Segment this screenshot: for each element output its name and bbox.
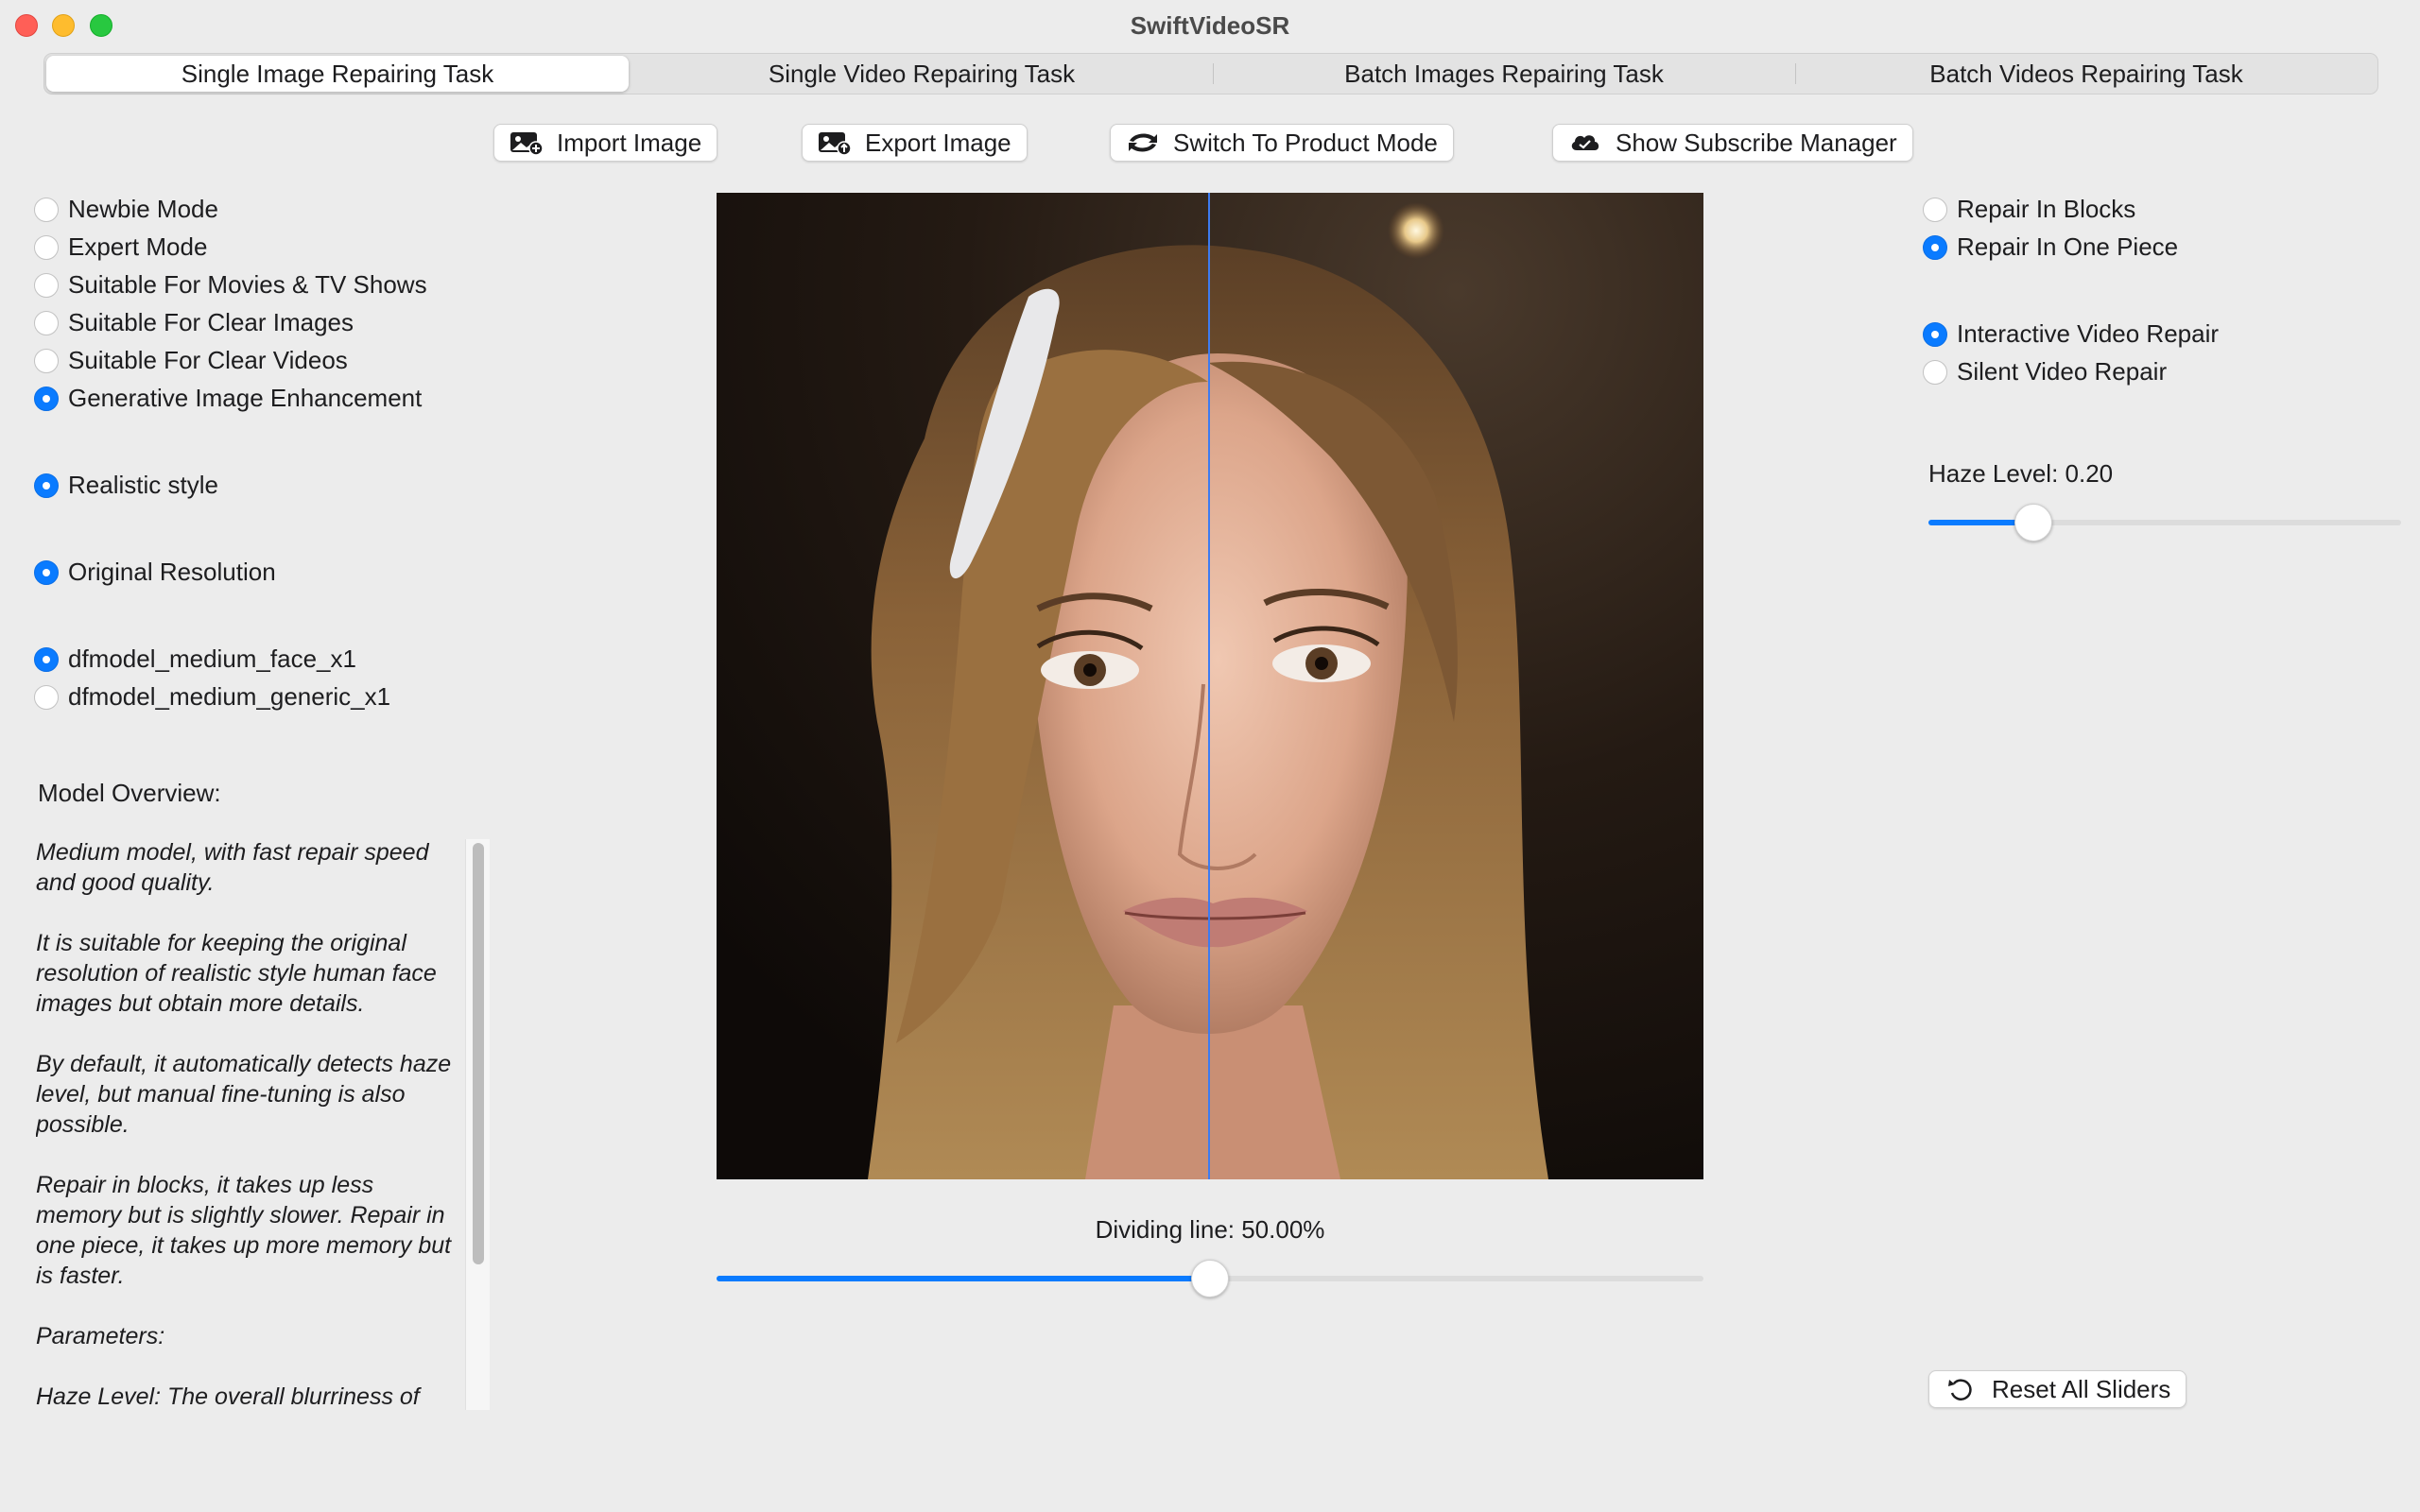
export-image-button[interactable]: Export Image [802, 124, 1028, 162]
show-subscribe-manager-button[interactable]: Show Subscribe Manager [1552, 124, 1913, 162]
model-option-label: dfmodel_medium_generic_x1 [68, 682, 391, 711]
style-option[interactable]: Realistic style [34, 471, 218, 500]
mode-option[interactable]: Expert Mode [34, 232, 207, 262]
mode-option[interactable]: Suitable For Movies & TV Shows [34, 270, 427, 300]
video-repair-option[interactable]: Interactive Video Repair [1923, 319, 2219, 349]
radio-indicator [34, 386, 59, 411]
tab-batch-videos[interactable]: Batch Videos Repairing Task [1795, 54, 2377, 94]
mode-option-label: Suitable For Movies & TV Shows [68, 270, 427, 299]
radio-indicator [34, 272, 59, 298]
task-tabs: Single Image Repairing Task Single Video… [43, 53, 2378, 94]
slider-knob[interactable] [1191, 1260, 1229, 1297]
repair-option-label: Repair In One Piece [1957, 232, 2179, 261]
mode-option[interactable]: Newbie Mode [34, 195, 218, 224]
mode-option[interactable]: Generative Image Enhancement [34, 384, 422, 413]
photo-export-icon [818, 129, 852, 156]
model-option[interactable]: dfmodel_medium_generic_x1 [34, 682, 390, 712]
mode-option-label: Suitable For Clear Images [68, 308, 354, 336]
radio-indicator [1923, 197, 1947, 222]
radio-indicator [34, 646, 59, 672]
radio-indicator [1923, 321, 1947, 347]
reset-arrow-icon [1945, 1376, 1979, 1402]
cloud-icon [1568, 129, 1602, 156]
overview-paragraph: Parameters: [36, 1323, 165, 1349]
reset-all-sliders-button[interactable]: Reset All Sliders [1928, 1370, 2187, 1408]
repair-option-label: Repair In Blocks [1957, 195, 2136, 223]
overview-paragraph: Medium model, with fast repair speed and… [36, 839, 429, 896]
comparison-divider-line[interactable] [1208, 193, 1210, 1179]
radio-indicator [34, 348, 59, 373]
video-repair-option[interactable]: Silent Video Repair [1923, 357, 2167, 387]
radio-indicator [1923, 234, 1947, 260]
switch-product-mode-label: Switch To Product Mode [1173, 128, 1438, 157]
slider-fill [717, 1276, 1210, 1281]
video-repair-option-label: Silent Video Repair [1957, 357, 2168, 386]
radio-indicator [34, 684, 59, 710]
tab-single-image[interactable]: Single Image Repairing Task [46, 56, 629, 92]
show-subscribe-manager-label: Show Subscribe Manager [1616, 128, 1897, 157]
overview-scrollbar[interactable] [465, 839, 490, 1410]
radio-indicator [34, 234, 59, 260]
radio-indicator [34, 310, 59, 335]
model-option-label: dfmodel_medium_face_x1 [68, 644, 356, 673]
swap-icon [1126, 129, 1160, 156]
mode-option-label: Generative Image Enhancement [68, 384, 423, 412]
portrait-image [717, 193, 1703, 1179]
mode-option-label: Expert Mode [68, 232, 208, 261]
overview-paragraph: It is suitable for keeping the original … [36, 930, 437, 1017]
photo-plus-icon [510, 129, 544, 156]
video-repair-option-label: Interactive Video Repair [1957, 319, 2220, 348]
mode-option-label: Suitable For Clear Videos [68, 346, 348, 374]
overview-paragraph: Haze Level: The overall blurriness of [36, 1383, 420, 1410]
dividing-line-label: Dividing line: 50.00% [1095, 1215, 1325, 1244]
overview-paragraph: By default, it automatically detects haz… [36, 1051, 452, 1138]
app-window: SwiftVideoSR Single Image Repairing Task… [0, 0, 2420, 1512]
resolution-option-label: Original Resolution [68, 558, 276, 586]
model-overview-text: Medium model, with fast repair speed and… [36, 837, 461, 1410]
radio-indicator [34, 472, 59, 498]
mode-option[interactable]: Suitable For Clear Videos [34, 346, 348, 375]
repair-option[interactable]: Repair In Blocks [1923, 195, 2135, 224]
switch-product-mode-button[interactable]: Switch To Product Mode [1110, 124, 1454, 162]
tab-batch-images[interactable]: Batch Images Repairing Task [1213, 54, 1795, 94]
repair-option[interactable]: Repair In One Piece [1923, 232, 2178, 262]
reset-all-sliders-label: Reset All Sliders [1992, 1374, 2171, 1403]
slider-knob[interactable] [2014, 504, 2053, 541]
mode-option-label: Newbie Mode [68, 195, 218, 223]
overview-scrollbar-thumb[interactable] [473, 843, 484, 1264]
radio-indicator [34, 559, 59, 585]
import-image-label: Import Image [557, 128, 702, 157]
radio-indicator [34, 197, 59, 222]
model-option[interactable]: dfmodel_medium_face_x1 [34, 644, 356, 674]
mode-option[interactable]: Suitable For Clear Images [34, 308, 354, 337]
style-option-label: Realistic style [68, 471, 218, 499]
haze-level-slider[interactable] [1928, 503, 2401, 541]
tab-single-video[interactable]: Single Video Repairing Task [631, 54, 1213, 94]
model-overview-heading: Model Overview: [38, 779, 221, 807]
haze-level-label: Haze Level: 0.20 [1928, 459, 2114, 488]
import-image-button[interactable]: Import Image [493, 124, 718, 162]
image-preview[interactable] [717, 193, 1703, 1179]
export-image-label: Export Image [865, 128, 1011, 157]
resolution-option[interactable]: Original Resolution [34, 558, 276, 587]
dividing-line-slider[interactable] [717, 1259, 1703, 1297]
window-title: SwiftVideoSR [1130, 11, 1290, 40]
radio-indicator [1923, 359, 1947, 385]
title-bar: SwiftVideoSR [0, 0, 2420, 53]
